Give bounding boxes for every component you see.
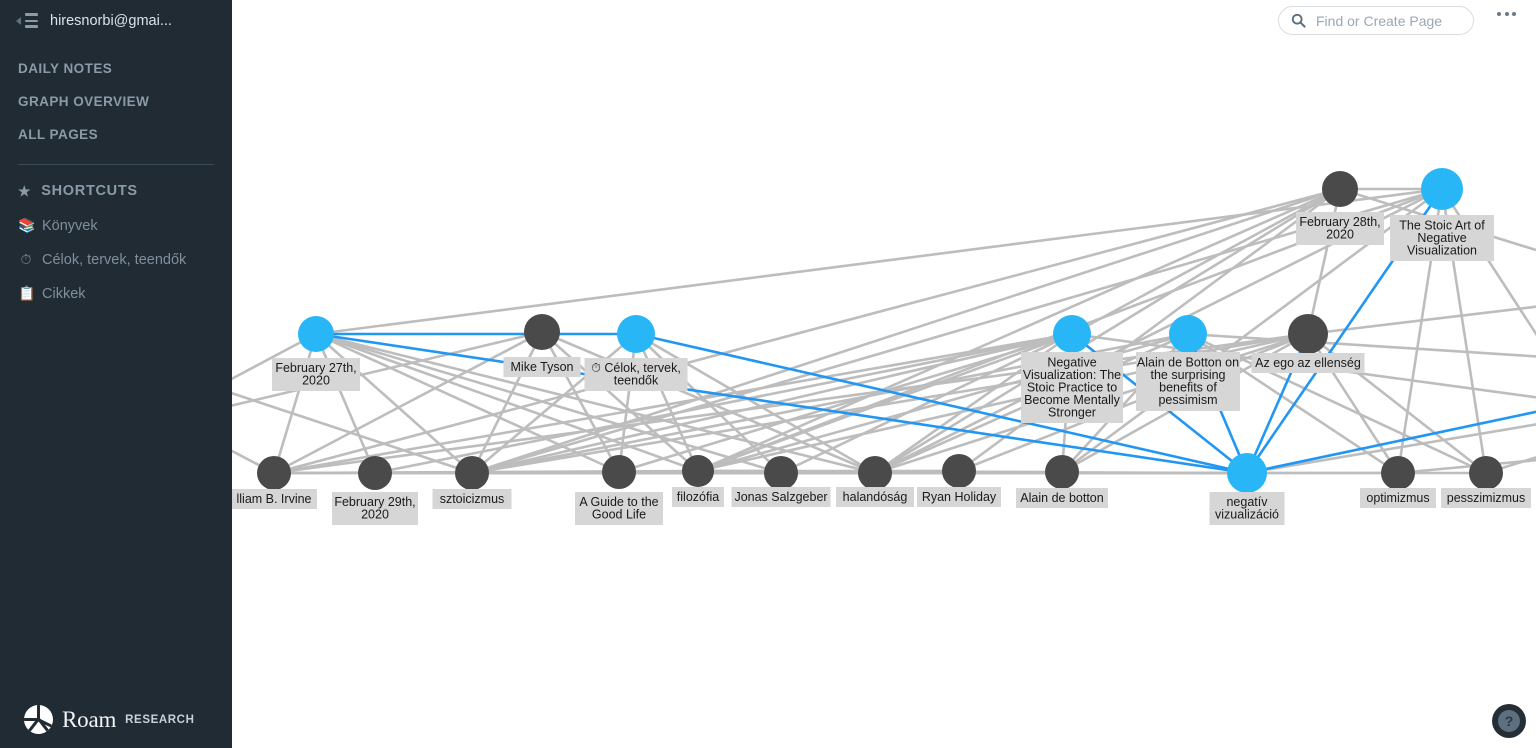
books-emoji: 📚 — [18, 218, 36, 234]
sidebar-shortcut-konyvek[interactable]: 📚 Könyvek — [0, 209, 232, 243]
graph-edge — [697, 187, 1341, 473]
graph-node[interactable]: February 27th, 2020 — [272, 316, 360, 391]
graph-node-circle[interactable] — [298, 316, 334, 352]
graph-node-label: Mike Tyson — [511, 360, 574, 374]
graph-svg: February 28th, 2020The Stoic Art of Negati… — [232, 168, 1536, 525]
more-options-icon[interactable] — [1497, 12, 1516, 16]
roam-research-graph-overview: hiresnorbi@gmai... DAILY NOTES GRAPH OVE… — [0, 0, 1536, 748]
graph-edge — [314, 333, 377, 474]
sidebar-shortcut-cikkek[interactable]: 📋 Cikkek — [0, 277, 232, 311]
logo-word: Roam — [62, 706, 117, 732]
graph-canvas[interactable]: February 28th, 2020 The Stoic Art of Negati… — [232, 0, 1536, 748]
stopwatch-emoji: ⏱ — [20, 252, 32, 268]
graph-node-circle[interactable] — [1227, 453, 1267, 493]
graph-node-circle[interactable] — [1053, 315, 1091, 353]
graph-node-label: halandóság — [843, 490, 908, 504]
graph-node-circle[interactable] — [1322, 171, 1358, 207]
collapse-sidebar-icon[interactable] — [16, 13, 38, 29]
graph-node-circle[interactable] — [1169, 315, 1207, 353]
search-icon — [1291, 13, 1306, 28]
shortcuts-header: ★ SHORTCUTS — [0, 165, 232, 209]
graph-node-label: Ryan Holiday — [922, 490, 997, 504]
graph-node-circle[interactable] — [1288, 314, 1328, 354]
sidebar-item-all-pages[interactable]: ALL PAGES — [0, 118, 232, 151]
graph-node[interactable]: ⏱ Célok, tervek, teendők — [584, 315, 688, 391]
graph-node-circle[interactable] — [942, 454, 976, 488]
sidebar-nav: DAILY NOTES GRAPH OVERVIEW ALL PAGES — [0, 42, 232, 151]
graph-node-circle[interactable] — [524, 314, 560, 350]
graph-node-label: filozófia — [677, 490, 719, 504]
graph-node-label: lliam B. Irvine — [236, 492, 311, 506]
shortcut-label: Könyvek — [42, 218, 98, 234]
graph-node-label: sztoicizmus — [440, 492, 505, 506]
graph-node[interactable]: negatív vizualizáció — [1209, 453, 1285, 525]
help-button[interactable]: ? — [1492, 704, 1526, 738]
graph-node-label: Jonas Salzgeber — [734, 490, 827, 504]
star-icon: ★ — [18, 183, 32, 199]
sidebar: hiresnorbi@gmai... DAILY NOTES GRAPH OVE… — [0, 0, 232, 748]
shortcut-label: Célok, tervek, teendők — [42, 252, 187, 268]
sidebar-header: hiresnorbi@gmai... — [0, 0, 232, 42]
shortcuts-header-label: SHORTCUTS — [41, 183, 138, 199]
graph-node-label: pesszimizmus — [1447, 491, 1526, 505]
graph-node-label: optimizmus — [1366, 491, 1429, 505]
graph-node-circle[interactable] — [1381, 456, 1415, 490]
graph-node-circle[interactable] — [617, 315, 655, 353]
search-box[interactable] — [1278, 6, 1474, 35]
graph-node[interactable]: optimizmus — [1360, 456, 1436, 508]
graph-edge — [1306, 188, 1342, 335]
shortcut-label: Cikkek — [42, 286, 86, 302]
graph-node[interactable]: A Guide to the Good Life — [575, 455, 663, 525]
graph-edge — [471, 332, 1073, 475]
graph-node-label: Az ego az ellenség — [1255, 356, 1361, 370]
graph-node-circle[interactable] — [682, 455, 714, 487]
graph-node-circle[interactable] — [257, 456, 291, 490]
graph-node-circle[interactable] — [455, 456, 489, 490]
logo-subword: RESEARCH — [125, 713, 195, 726]
graph-node-circle[interactable] — [358, 456, 392, 490]
graph-edge — [471, 187, 1341, 475]
graph-node-circle[interactable] — [602, 455, 636, 489]
graph-edge — [315, 332, 620, 474]
search-input[interactable] — [1314, 11, 1464, 30]
graph-node-circle[interactable] — [1469, 456, 1503, 490]
graph-node-circle[interactable] — [764, 456, 798, 490]
sidebar-shortcut-celok-tervek-teendok[interactable]: ⏱ Célok, tervek, teendők — [0, 243, 232, 277]
graph-edge — [272, 333, 318, 474]
graph-node[interactable]: Alain de botton — [1016, 455, 1108, 508]
graph-node-circle[interactable] — [1045, 455, 1079, 489]
graph-node-circle[interactable] — [1421, 168, 1463, 210]
help-icon: ? — [1498, 710, 1520, 732]
clipboard-emoji: 📋 — [18, 286, 36, 302]
topbar — [232, 0, 1536, 42]
roam-research-logo[interactable]: Roam RESEARCH — [24, 705, 194, 734]
account-email[interactable]: hiresnorbi@gmai... — [50, 13, 172, 29]
sidebar-item-graph-overview[interactable]: GRAPH OVERVIEW — [0, 85, 232, 118]
graph-node-label: Alain de botton — [1020, 491, 1103, 505]
sidebar-item-daily-notes[interactable]: DAILY NOTES — [0, 52, 232, 85]
roam-logo-icon — [24, 705, 53, 734]
graph-node-circle[interactable] — [858, 456, 892, 490]
graph-node[interactable]: Ryan Holiday — [917, 454, 1001, 507]
